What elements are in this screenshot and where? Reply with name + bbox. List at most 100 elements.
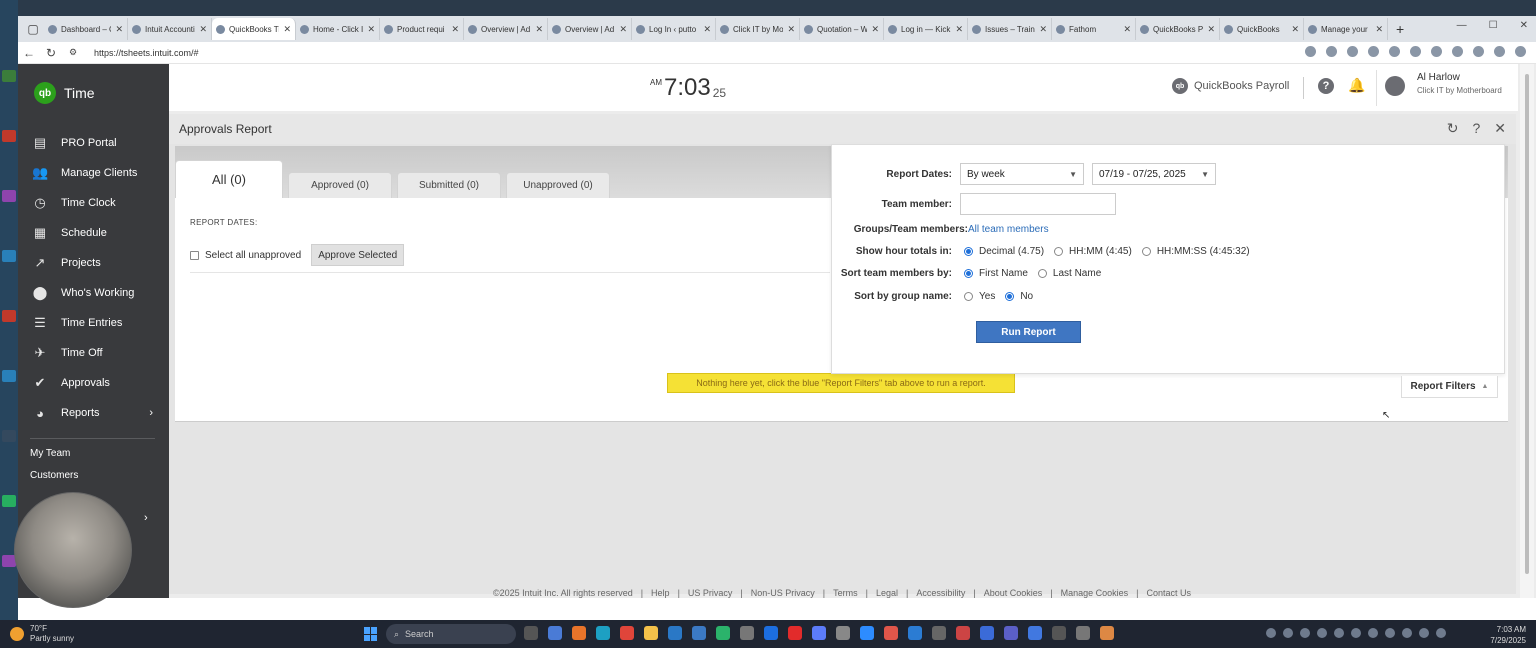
tab-close-icon[interactable]: ✕ xyxy=(787,24,795,35)
browser-tab[interactable]: Overview | Ad ✕ xyxy=(548,18,632,40)
desktop-app-icon[interactable] xyxy=(2,430,16,442)
run-report-button[interactable]: Run Report xyxy=(976,321,1081,343)
desktop-app-icon[interactable] xyxy=(2,190,16,202)
app-icon[interactable] xyxy=(740,626,754,640)
tray-icon[interactable] xyxy=(1351,628,1361,638)
close-window-button[interactable]: ✕ xyxy=(1520,20,1528,31)
help-circle-icon[interactable]: ? xyxy=(1472,120,1480,137)
browser-tab[interactable]: Dashboard – C ✕ xyxy=(44,18,128,40)
browser-tab[interactable]: Log in — Kick ✕ xyxy=(884,18,968,40)
volume-icon[interactable] xyxy=(1419,628,1429,638)
radio-first-name-label[interactable]: First Name xyxy=(979,268,1028,279)
app-icon[interactable] xyxy=(884,626,898,640)
desktop-app-icon[interactable] xyxy=(2,370,16,382)
page-scrollbar[interactable] xyxy=(1520,64,1534,598)
tab-list-icon[interactable]: ▢ xyxy=(22,22,44,36)
browser-tab[interactable]: Quotation – W ✕ xyxy=(800,18,884,40)
extension-icon[interactable] xyxy=(1347,46,1358,57)
desktop-app-icon[interactable] xyxy=(2,130,16,142)
desktop-app-icon[interactable] xyxy=(2,70,16,82)
extension-icon[interactable] xyxy=(1473,46,1484,57)
radio-hhmmss[interactable] xyxy=(1141,247,1151,256)
sidebar-item-time-entries[interactable]: ☰ Time Entries xyxy=(18,308,169,338)
battery-icon[interactable] xyxy=(1436,628,1446,638)
minimize-button[interactable]: — xyxy=(1457,20,1467,31)
sidebar-link-customers[interactable]: Customers xyxy=(30,470,78,481)
extension-icon[interactable] xyxy=(1368,46,1379,57)
period-select[interactable]: By week ▼ xyxy=(960,163,1084,185)
radio-group-yes-label[interactable]: Yes xyxy=(979,291,995,302)
browser-tab[interactable]: QuickBooks ✕ xyxy=(1220,18,1304,40)
tab-close-icon[interactable]: ✕ xyxy=(535,24,543,35)
footer-link[interactable]: US Privacy xyxy=(688,588,733,598)
user-menu[interactable]: Al Harlow Click IT by Motherboard xyxy=(1376,70,1511,106)
copilot-icon[interactable] xyxy=(548,626,562,640)
sidebar-item-time-off[interactable]: ✈ Time Off xyxy=(18,338,169,368)
browser-tab[interactable]: Click IT by Mo ✕ xyxy=(716,18,800,40)
browser-tab[interactable]: Home - Click I ✕ xyxy=(296,18,380,40)
extension-icon[interactable] xyxy=(1431,46,1442,57)
youtube-icon[interactable] xyxy=(788,626,802,640)
app-icon[interactable] xyxy=(956,626,970,640)
weather-widget[interactable]: 70°F Partly sunny xyxy=(10,624,74,644)
desktop-app-icon[interactable] xyxy=(2,495,16,507)
tab-close-icon[interactable]: ✕ xyxy=(703,24,711,35)
report-filters-tab[interactable]: Report Filters ▲ xyxy=(1401,376,1498,398)
chrome-icon[interactable] xyxy=(620,626,634,640)
tray-icon[interactable] xyxy=(1283,628,1293,638)
browser-menu-icon[interactable] xyxy=(1515,46,1526,57)
sidebar-item-time-clock[interactable]: ◷ Time Clock xyxy=(18,188,169,218)
tab-close-icon[interactable]: ✕ xyxy=(451,24,459,35)
browser-tab[interactable]: Product requi ✕ xyxy=(380,18,464,40)
sidebar-item-approvals[interactable]: ✔ Approvals xyxy=(18,368,169,398)
browser-tab[interactable]: Overview | Ad ✕ xyxy=(464,18,548,40)
site-info-icon[interactable]: ⚙ xyxy=(62,47,84,58)
facebook-icon[interactable] xyxy=(764,626,778,640)
task-view-icon[interactable] xyxy=(524,626,538,640)
footer-link[interactable]: Terms xyxy=(833,588,858,598)
taskbar-search[interactable]: ⌕ Search xyxy=(386,624,516,644)
tab-close-icon[interactable]: ✕ xyxy=(199,24,207,35)
tab-close-icon[interactable]: ✕ xyxy=(1039,24,1047,35)
sidebar-item-schedule[interactable]: ▦ Schedule xyxy=(18,218,169,248)
tab-close-icon[interactable]: ✕ xyxy=(871,24,879,35)
extension-icon[interactable] xyxy=(1410,46,1421,57)
radio-hhmm[interactable] xyxy=(1054,247,1064,256)
tab-close-icon[interactable]: ✕ xyxy=(1123,24,1131,35)
whatsapp-icon[interactable] xyxy=(716,626,730,640)
app-icon[interactable] xyxy=(980,626,994,640)
windows-start-icon[interactable] xyxy=(364,627,378,641)
extension-icon[interactable] xyxy=(1452,46,1463,57)
scrollbar-thumb[interactable] xyxy=(1525,74,1529,574)
wifi-icon[interactable] xyxy=(1402,628,1412,638)
tray-icon[interactable] xyxy=(1266,628,1276,638)
all-team-members-link[interactable]: All team members xyxy=(968,224,1049,235)
zoom-app-icon[interactable] xyxy=(860,626,874,640)
tray-icon[interactable] xyxy=(1300,628,1310,638)
browser-tab[interactable]: QuickBooks Pa ✕ xyxy=(1136,18,1220,40)
desktop-app-icon[interactable] xyxy=(2,310,16,322)
quickbooks-payroll-link[interactable]: qb QuickBooks Payroll xyxy=(1172,78,1289,94)
outlook-icon[interactable] xyxy=(668,626,682,640)
sidebar-item-manage-clients[interactable]: 👥 Manage Clients xyxy=(18,158,169,188)
profile-avatar[interactable] xyxy=(1494,46,1505,57)
notification-bell-icon[interactable]: 🔔 xyxy=(1348,77,1365,94)
footer-link[interactable]: About Cookies xyxy=(984,588,1043,598)
radio-group-no[interactable] xyxy=(1005,292,1015,301)
tab-unapproved[interactable]: Unapproved (0) xyxy=(506,172,610,198)
new-tab-button[interactable]: + xyxy=(1388,21,1412,37)
tray-icon[interactable] xyxy=(1334,628,1344,638)
help-icon[interactable]: ? xyxy=(1318,78,1334,94)
date-range-select[interactable]: 07/19 - 07/25, 2025 ▼ xyxy=(1092,163,1216,185)
bookmark-star-icon[interactable] xyxy=(1326,46,1337,57)
approve-selected-button[interactable]: Approve Selected xyxy=(311,244,405,266)
maximize-button[interactable]: ☐ xyxy=(1489,20,1498,31)
app-icon[interactable] xyxy=(1100,626,1114,640)
firefox-icon[interactable] xyxy=(572,626,586,640)
team-member-input[interactable] xyxy=(960,193,1116,215)
tab-close-icon[interactable]: ✕ xyxy=(619,24,627,35)
zoom-icon[interactable] xyxy=(1305,46,1316,57)
radio-hhmmss-label[interactable]: HH:MM:SS (4:45:32) xyxy=(1157,246,1250,257)
sidebar-item-who-s-working[interactable]: ⬤ Who's Working xyxy=(18,278,169,308)
file-explorer-icon[interactable] xyxy=(644,626,658,640)
